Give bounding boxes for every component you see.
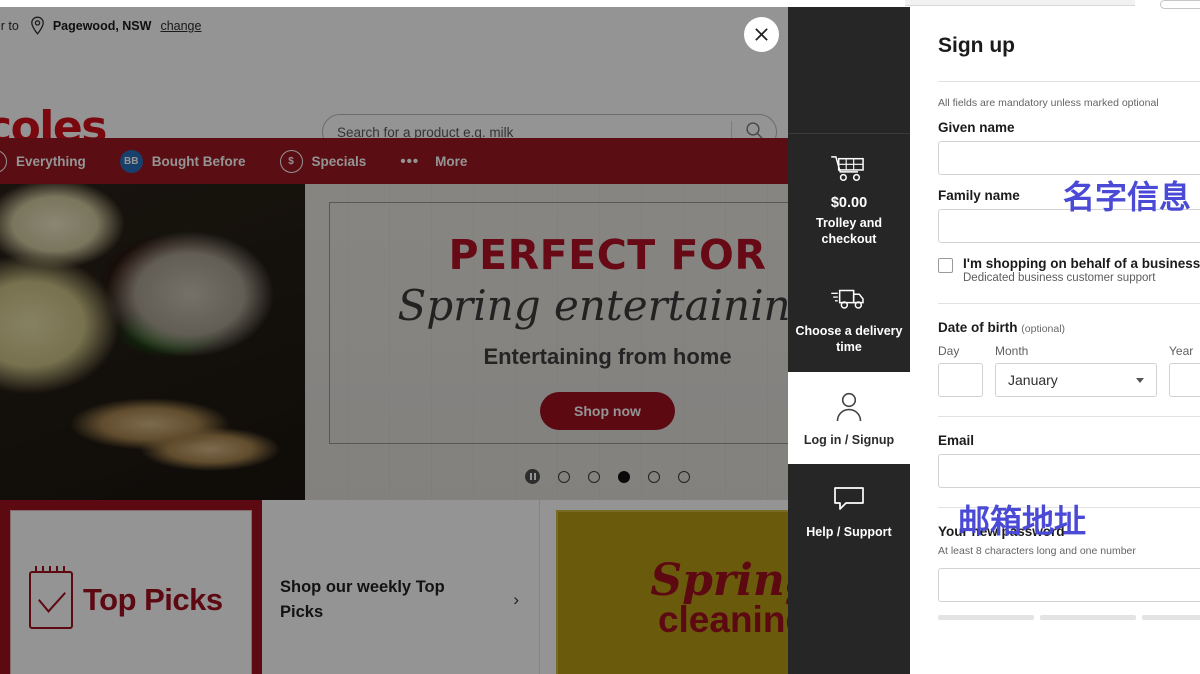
password-strength-segment-3 (1142, 615, 1200, 620)
rail-item-login-signup[interactable]: Log in / Signup (788, 371, 910, 465)
mandatory-note: All fields are mandatory unless marked o… (938, 97, 1159, 109)
bb-icon: BB (119, 149, 143, 173)
coles-homepage: liver to Pagewood, NSW change coles (0, 6, 910, 674)
family-name-label: Family name (938, 188, 1020, 203)
pause-icon[interactable] (525, 469, 540, 484)
chevron-right-icon: › (513, 590, 519, 609)
dob-label-text: Date of birth (938, 320, 1018, 335)
rail-label-delivery-time: Choose a delivery time (795, 324, 903, 354)
category-nav: Everything BB Bought Before $ Specials •… (0, 138, 910, 184)
carousel-dot-1[interactable] (558, 470, 570, 483)
password-strength-meter (938, 615, 1200, 620)
business-checkbox-sub: Dedicated business customer support (963, 272, 1156, 284)
section-divider-password (938, 507, 1200, 508)
promo-tiles: Top Picks Shop our weekly Top Picks › Sp… (0, 500, 910, 674)
password-strength-segment-2 (1040, 615, 1136, 620)
month-label: Month (995, 344, 1029, 358)
section-divider-email (938, 416, 1200, 417)
section-divider-dob (938, 303, 1200, 304)
hero-food-photo (0, 184, 305, 500)
carousel-dot-3-active[interactable] (618, 470, 630, 483)
nav-label-more: More (435, 153, 468, 169)
chevron-down-icon (1136, 377, 1144, 383)
rail-label-help-support: Help / Support (806, 525, 892, 540)
given-name-field[interactable] (938, 141, 1200, 175)
day-label: Day (938, 344, 960, 358)
rail-item-help-support[interactable]: Help / Support (788, 464, 910, 557)
change-location-link[interactable]: change (160, 19, 201, 33)
dollar-icon: $ (279, 149, 303, 173)
browser-chrome-bar (0, 0, 1200, 9)
carousel-dot-2[interactable] (588, 470, 600, 483)
given-name-label: Given name (938, 120, 1015, 135)
password-hint: At least 8 characters long and one numbe… (938, 545, 1136, 557)
dob-label: Date of birth (optional) (938, 320, 1200, 335)
email-label: Email (938, 433, 975, 448)
utility-rail: $0.00 Trolley and checkout Choose a deli… (788, 6, 910, 674)
nav-label-specials: Specials (311, 153, 367, 169)
nav-label-everything: Everything (16, 153, 86, 169)
shop-now-button[interactable]: Shop now (540, 392, 675, 430)
notepad-check-icon (29, 566, 73, 629)
dob-row: Day Month January Year (938, 344, 1200, 397)
business-checkbox-label: I'm shopping on behalf of a business (963, 256, 1200, 271)
signup-title: Sign up (938, 34, 1015, 57)
person-icon (794, 390, 904, 424)
nav-item-more[interactable]: ••• More (400, 153, 467, 170)
family-name-field[interactable] (938, 209, 1200, 243)
nav-item-everything[interactable]: Everything (0, 149, 86, 173)
business-checkbox[interactable] (938, 258, 953, 273)
close-icon[interactable] (744, 17, 779, 52)
password-strength-segment-1 (938, 615, 1034, 620)
day-field[interactable] (938, 363, 983, 397)
basket-icon (0, 149, 7, 173)
password-field[interactable] (938, 568, 1200, 602)
month-select[interactable]: January (995, 363, 1157, 397)
delivery-truck-icon (794, 281, 904, 315)
trolley-icon (794, 152, 904, 186)
top-picks-title: Top Picks (83, 582, 223, 617)
delivery-suburb: Pagewood, NSW (52, 19, 152, 33)
nav-label-bought-before: Bought Before (151, 153, 246, 169)
rail-item-trolley[interactable]: $0.00 Trolley and checkout (788, 134, 910, 263)
trolley-total: $0.00 (830, 195, 868, 211)
carousel-dot-5[interactable] (678, 470, 690, 483)
rail-spacer (788, 6, 910, 134)
signup-panel: Sign up All fields are mandatory unless … (910, 6, 1200, 674)
top-picks-link-tile[interactable]: Shop our weekly Top Picks › (262, 500, 540, 674)
top-picks-link-text: Shop our weekly Top Picks (280, 578, 445, 621)
nav-item-specials[interactable]: $ Specials (279, 149, 367, 173)
browser-tab[interactable] (905, 0, 1135, 6)
spring-cleaning-line2: cleaning (657, 599, 809, 641)
speech-bubble-icon (794, 482, 904, 516)
business-checkbox-row[interactable]: I'm shopping on behalf of a business Ded… (938, 256, 1200, 284)
hero-script-line: Spring entertaining (397, 281, 818, 330)
password-label: Your new password (938, 524, 1065, 539)
dob-optional-tag: (optional) (1021, 323, 1066, 335)
deliver-to-label: liver to (0, 19, 19, 33)
top-picks-tile[interactable]: Top Picks (0, 500, 262, 674)
signup-form: All fields are mandatory unless marked o… (910, 82, 1200, 620)
rail-label-login-signup: Log in / Signup (803, 432, 895, 447)
location-pin-icon (29, 16, 46, 36)
carousel-dot-4[interactable] (648, 470, 660, 483)
year-field[interactable] (1169, 363, 1200, 397)
year-label: Year (1169, 344, 1194, 358)
ellipsis-icon: ••• (400, 152, 420, 170)
hero-headline: PERFECT FOR (448, 231, 767, 279)
rail-item-delivery-time[interactable]: Choose a delivery time (788, 263, 910, 371)
browser-omnibox[interactable] (1160, 0, 1200, 9)
header-row: coles (0, 46, 910, 153)
month-selected-value: January (1008, 372, 1058, 388)
hero-subheadline: Entertaining from home (483, 344, 732, 369)
rail-label-trolley: Trolley and checkout (816, 216, 882, 246)
nav-item-bought-before[interactable]: BB Bought Before (119, 149, 246, 173)
email-field[interactable] (938, 454, 1200, 488)
hero-carousel[interactable]: PERFECT FOR Spring entertaining Entertai… (0, 184, 910, 500)
